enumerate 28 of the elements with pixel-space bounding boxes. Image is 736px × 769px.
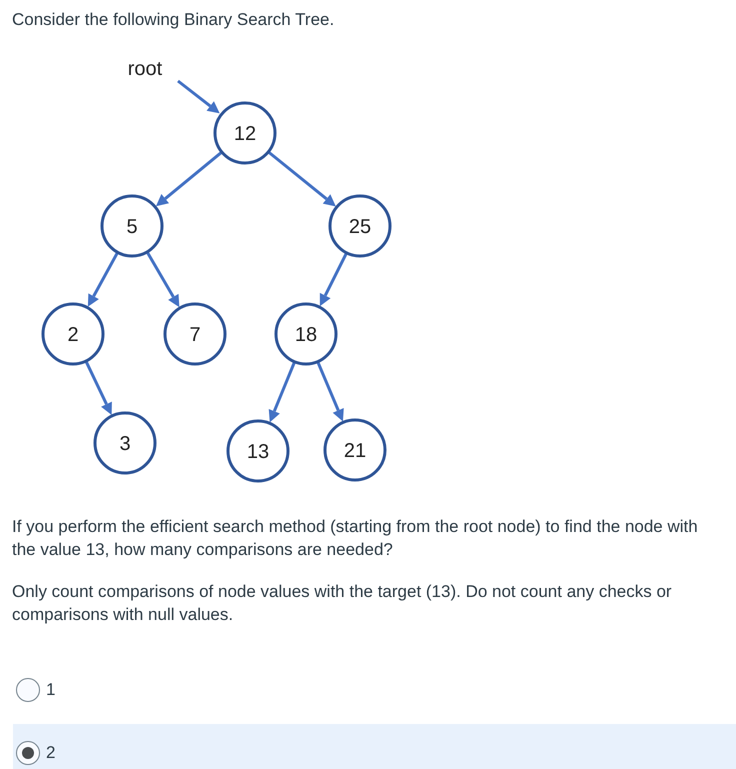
- arrow: [177, 80, 220, 114]
- arrow: [267, 151, 336, 207]
- arrow: [88, 252, 119, 308]
- tree-node: 25: [328, 194, 392, 258]
- arrow: [320, 252, 348, 307]
- question-prompt: Consider the following Binary Search Tree.: [11, 9, 336, 31]
- tree-node: 12: [214, 102, 276, 165]
- tree-node: 5: [100, 194, 164, 258]
- option-label: 1: [46, 679, 56, 702]
- answer-option[interactable]: 2: [13, 724, 736, 769]
- tree-node: 7: [164, 302, 226, 366]
- tree-node: 3: [94, 412, 156, 475]
- question-text: If you perform the efficient search method (starting from the root node) to find the node with the value 13, how many comparisons are needed?: [11, 516, 699, 562]
- arrow: [146, 252, 180, 308]
- arrow: [84, 360, 112, 416]
- option-label: 2: [46, 742, 56, 764]
- tree-node: 2: [42, 302, 104, 366]
- root-label: root: [128, 58, 162, 80]
- arrow: [156, 151, 223, 207]
- tree-node: 18: [274, 302, 338, 366]
- tree-node: 13: [226, 420, 290, 483]
- arrow: [316, 361, 344, 422]
- arrow: [268, 362, 296, 423]
- radio-button[interactable]: [16, 678, 40, 702]
- answer-option[interactable]: 1: [13, 661, 736, 718]
- tree-node: 21: [324, 418, 386, 482]
- radio-button[interactable]: [16, 740, 40, 765]
- instruction-text: Only count comparisons of node values with the target (13). Do not count any checks or comparisons with null values.: [11, 581, 673, 626]
